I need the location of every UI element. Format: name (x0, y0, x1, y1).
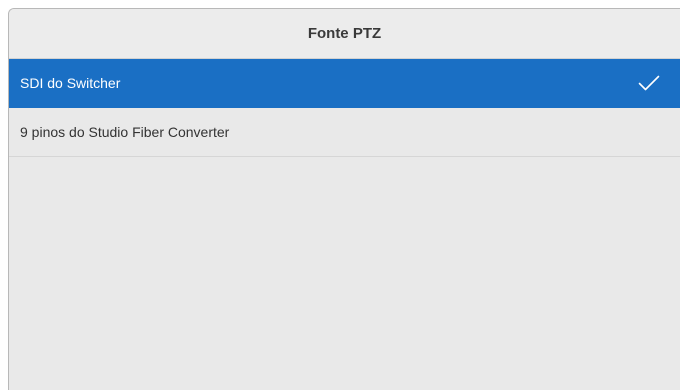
option-label: 9 pinos do Studio Fiber Converter (20, 124, 230, 140)
option-label: SDI do Switcher (20, 75, 121, 91)
option-studio-fiber-converter[interactable]: 9 pinos do Studio Fiber Converter (9, 108, 680, 157)
option-sdi-switcher[interactable]: SDI do Switcher (9, 59, 680, 108)
page-title: Fonte PTZ (307, 25, 382, 42)
panel-header: Fonte PTZ (9, 9, 680, 59)
ptz-source-panel: Fonte PTZ SDI do Switcher 9 pinos do Stu… (8, 8, 680, 390)
checkmark-icon (638, 75, 660, 91)
